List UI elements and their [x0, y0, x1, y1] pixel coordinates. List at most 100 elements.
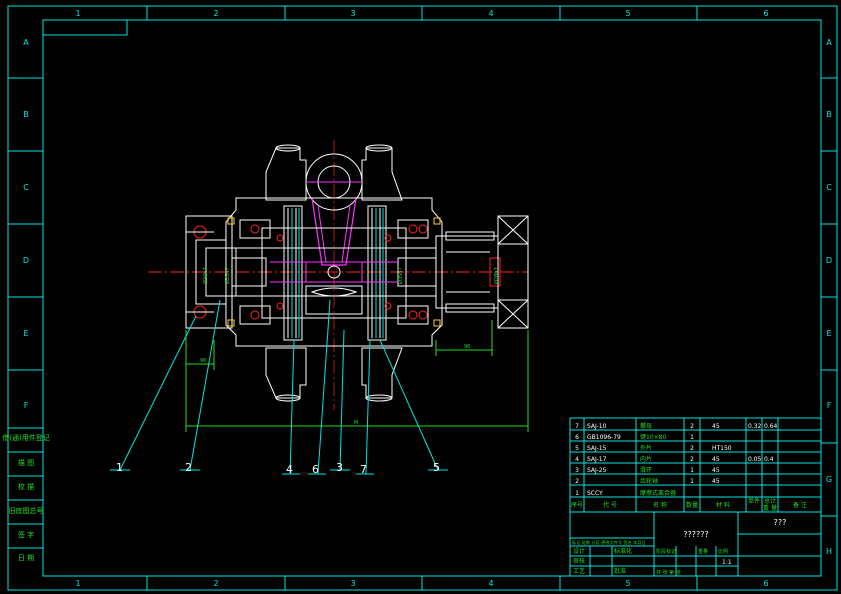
friction-disc-pack-right: [367, 205, 387, 341]
row-label-right: F: [827, 401, 832, 410]
row-label-left: D: [23, 256, 29, 265]
side-stamp-label: 日 期: [18, 554, 34, 562]
bom-no: 1: [575, 490, 579, 497]
bom-header: 代 号: [603, 501, 617, 509]
bom-name: 齿轮轴: [640, 477, 658, 485]
row-label-left: C: [23, 183, 29, 192]
drawing-sheet: 1 2 3 4 5 61 2 3 4 5 6ABCDEFABCDEFGH 借(通)用件登记描 图校 …: [2, 5, 838, 591]
balloon-3: 3: [336, 461, 343, 474]
bom-name: 摩擦式离合器: [640, 489, 676, 497]
side-stamp-label: 描 图: [18, 458, 34, 467]
bom-no: 4: [575, 456, 579, 463]
balloon-6: 6: [312, 463, 319, 476]
scale-label: 比例: [718, 548, 728, 555]
col-label-bottom: 4: [488, 579, 493, 588]
bom-qty: 2: [690, 456, 694, 463]
col-label-top: 3: [350, 9, 355, 18]
bom-code: SAJ-17: [587, 456, 607, 463]
bom-header: 数量: [686, 501, 698, 509]
bom-weight-total: 0.4: [764, 456, 774, 463]
bom-qty: 2: [690, 445, 694, 452]
bom-weight-unit: 0.32: [748, 423, 762, 430]
stage-label: 阶段标记: [656, 548, 676, 555]
dim-phi28: Ø28h7: [493, 267, 500, 284]
part-leaders: 1 2 4 6 3 7 5: [110, 299, 448, 476]
bom-name: 内片: [640, 455, 652, 463]
side-stamp-label: 签 字: [18, 530, 34, 539]
scale-value: 1:1: [722, 559, 732, 566]
col-label-top: 6: [763, 9, 768, 18]
title-right: ???: [774, 518, 787, 527]
side-stamp-label: 旧底图总号: [9, 506, 44, 515]
dim-phi35-b: Ø35h7: [397, 267, 404, 284]
bom-header: 材 料: [716, 501, 730, 509]
sign-row-label: 标记 处数 分区 更改文件号 签名 年月日: [572, 539, 646, 546]
bom-weight-total: 0.64: [764, 423, 778, 430]
approve-label: 批准: [614, 567, 626, 575]
row-label-left: B: [23, 110, 29, 119]
dim-m: M: [354, 420, 358, 426]
row-label-right: B: [826, 110, 832, 119]
row-label-left: E: [23, 329, 28, 338]
col-label-bottom: 1: [75, 579, 80, 588]
row-label-right: E: [826, 329, 831, 338]
bom-qty: 1: [690, 434, 694, 441]
column-labels: 1 2 3 4 5 61 2 3 4 5 6ABCDEFABCDEFGH: [23, 9, 832, 588]
std-label: 标准化: [614, 547, 632, 555]
bom-no: 5: [575, 445, 579, 452]
side-stamp-label: 借(通)用件登记: [2, 433, 49, 442]
bom-code: SAJ-25: [587, 467, 607, 474]
row-label-right: G: [826, 475, 832, 484]
row-label-right: C: [826, 183, 832, 192]
title-main: ??????: [683, 530, 708, 539]
balloon-4: 4: [286, 463, 293, 476]
bom-material: 45: [712, 467, 720, 474]
bom-code: SCCY: [587, 490, 603, 497]
bom-name: 滑环: [640, 466, 652, 474]
bom-header: 单件: [748, 497, 760, 505]
dim-96-b: 96: [464, 344, 470, 350]
bom-qty: 2: [690, 423, 694, 430]
check-label: 审核: [573, 557, 585, 565]
bom-name: 键10×80: [640, 433, 666, 441]
bom-header: 重 量: [763, 504, 777, 512]
side-stamp-label: 校 描: [18, 482, 34, 491]
bom-name: 外片: [640, 444, 652, 452]
design-label: 设计: [573, 547, 585, 555]
title-block-text: ?????? ??? 标记 处数 分区 更改文件号 签名 年月日 设计 标准化 …: [572, 518, 786, 576]
bom-material: 45: [712, 456, 720, 463]
bom-name: 螺母: [640, 422, 652, 430]
row-label-right: H: [826, 547, 832, 556]
col-label-top: 1: [75, 9, 80, 18]
balloon-7: 7: [360, 463, 367, 476]
bom-material: HT150: [712, 445, 732, 452]
bom-code: SAJ-15: [587, 445, 607, 452]
balloon-1: 1: [116, 461, 123, 474]
dim-96-a: 96: [200, 358, 206, 364]
col-label-top: 4: [488, 9, 493, 18]
row-label-right: A: [826, 38, 832, 47]
bom-qty: 1: [690, 467, 694, 474]
row-label-left: A: [23, 38, 29, 47]
bom-qty: 1: [690, 478, 694, 485]
row-label-left: F: [24, 401, 29, 410]
bom-no: 6: [575, 434, 579, 441]
bom-material: 45: [712, 423, 720, 430]
friction-disc-pack-left: [283, 205, 303, 341]
col-label-bottom: 6: [763, 579, 768, 588]
dim-phi35-a: Ø35h7: [224, 267, 231, 284]
title-block: [569, 417, 822, 577]
bom-header: 名 称: [653, 501, 667, 509]
row-label-right: D: [826, 256, 832, 265]
col-label-top: 5: [625, 9, 630, 18]
bom-header: 备 注: [793, 501, 807, 509]
sheet-label: 共 张 第 张: [656, 569, 681, 576]
dim-phi30: Ø30h7: [202, 267, 209, 284]
col-label-bottom: 2: [213, 579, 218, 588]
outer-frame: [7, 5, 838, 591]
bom-weight-unit: 0.05: [748, 456, 762, 463]
bom-material: 45: [712, 478, 720, 485]
bom-table: 7 SAJ-10 螺母 2 45 0.32 0.64 6 GB1096-79 键10×80 1 5 SA…: [571, 422, 807, 512]
bom-code: GB1096-79: [587, 434, 621, 441]
weight-label: 重量: [698, 548, 708, 555]
